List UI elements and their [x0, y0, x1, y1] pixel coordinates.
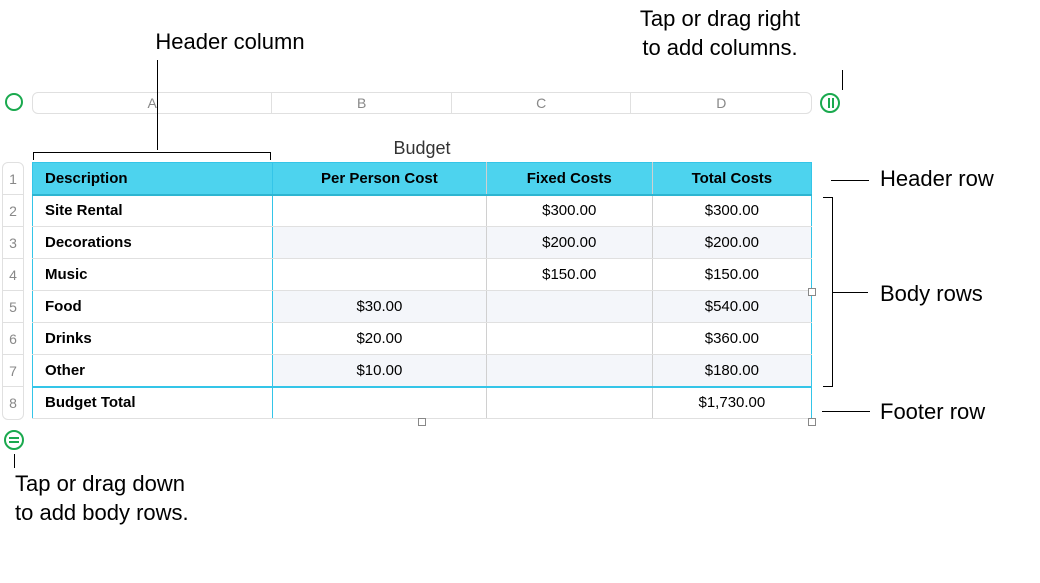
- row-header-1[interactable]: 1: [3, 163, 23, 195]
- cell-per-person[interactable]: [273, 259, 487, 291]
- callout-line: [822, 411, 870, 412]
- column-header-d[interactable]: D: [631, 93, 811, 113]
- table-row: Drinks $20.00 $360.00: [33, 323, 812, 355]
- cell-per-person[interactable]: $20.00: [273, 323, 487, 355]
- row-header-8[interactable]: 8: [3, 387, 23, 419]
- callout-body-rows: Body rows: [880, 280, 983, 309]
- callout-line: [14, 454, 15, 468]
- cell-fixed[interactable]: $300.00: [486, 195, 652, 227]
- callout-header-column: Header column: [120, 28, 340, 57]
- table-footer-row: Budget Total $1,730.00: [33, 387, 812, 419]
- cell-description[interactable]: Food: [33, 291, 273, 323]
- table-row: Decorations $200.00 $200.00: [33, 227, 812, 259]
- resize-handle-corner[interactable]: [808, 418, 816, 426]
- cell-total[interactable]: $360.00: [652, 323, 811, 355]
- cell-total[interactable]: $180.00: [652, 355, 811, 387]
- cell-description[interactable]: Music: [33, 259, 273, 291]
- bracket-body-rows: [823, 197, 833, 387]
- table-row: Other $10.00 $180.00: [33, 355, 812, 387]
- cell-total[interactable]: $200.00: [652, 227, 811, 259]
- resize-handle-bottom[interactable]: [418, 418, 426, 426]
- row-header-3[interactable]: 3: [3, 227, 23, 259]
- cell-per-person[interactable]: [273, 227, 487, 259]
- cell-fixed[interactable]: $150.00: [486, 259, 652, 291]
- row-header-5[interactable]: 5: [3, 291, 23, 323]
- table-header-row: Description Per Person Cost Fixed Costs …: [33, 163, 812, 195]
- table-row: Site Rental $300.00 $300.00: [33, 195, 812, 227]
- cell-per-person[interactable]: $10.00: [273, 355, 487, 387]
- cell-footer-description[interactable]: Budget Total: [33, 387, 273, 419]
- column-header-b[interactable]: B: [272, 93, 452, 113]
- cell-description[interactable]: Site Rental: [33, 195, 273, 227]
- row-header-2[interactable]: 2: [3, 195, 23, 227]
- callout-line: [157, 60, 158, 150]
- cell-total[interactable]: $540.00: [652, 291, 811, 323]
- callout-add-columns: Tap or drag right to add columns.: [595, 5, 845, 62]
- cell-fixed[interactable]: [486, 323, 652, 355]
- add-columns-handle[interactable]: [820, 93, 840, 113]
- callout-line: [842, 70, 843, 90]
- row-header-4[interactable]: 4: [3, 259, 23, 291]
- cell-footer-per[interactable]: [273, 387, 487, 419]
- cell-total[interactable]: $150.00: [652, 259, 811, 291]
- cell-per-person[interactable]: $30.00: [273, 291, 487, 323]
- cell-fixed[interactable]: $200.00: [486, 227, 652, 259]
- header-per-person[interactable]: Per Person Cost: [273, 163, 487, 195]
- table-row: Music $150.00 $150.00: [33, 259, 812, 291]
- cell-description[interactable]: Drinks: [33, 323, 273, 355]
- cell-description[interactable]: Other: [33, 355, 273, 387]
- table-row: Food $30.00 $540.00: [33, 291, 812, 323]
- callout-line: [833, 292, 868, 293]
- corner-select-handle[interactable]: [5, 93, 23, 111]
- cell-fixed[interactable]: [486, 355, 652, 387]
- row-header-7[interactable]: 7: [3, 355, 23, 387]
- column-header-c[interactable]: C: [452, 93, 632, 113]
- cell-per-person[interactable]: [273, 195, 487, 227]
- cell-fixed[interactable]: [486, 291, 652, 323]
- callout-line: [831, 180, 869, 181]
- cell-description[interactable]: Decorations: [33, 227, 273, 259]
- budget-table: Description Per Person Cost Fixed Costs …: [32, 162, 812, 419]
- cell-footer-total[interactable]: $1,730.00: [652, 387, 811, 419]
- cell-total[interactable]: $300.00: [652, 195, 811, 227]
- row-header-6[interactable]: 6: [3, 323, 23, 355]
- header-fixed[interactable]: Fixed Costs: [486, 163, 652, 195]
- callout-footer-row: Footer row: [880, 398, 985, 427]
- cell-footer-fixed[interactable]: [486, 387, 652, 419]
- add-rows-handle[interactable]: [4, 430, 24, 450]
- header-total[interactable]: Total Costs: [652, 163, 811, 195]
- callout-add-rows: Tap or drag down to add body rows.: [15, 470, 245, 527]
- column-header-a[interactable]: A: [33, 93, 272, 113]
- header-description[interactable]: Description: [33, 163, 273, 195]
- row-header-bar: 1 2 3 4 5 6 7 8: [2, 162, 24, 420]
- column-header-bar: A B C D: [32, 92, 812, 114]
- callout-header-row: Header row: [880, 165, 994, 194]
- table-title[interactable]: Budget: [32, 138, 812, 159]
- resize-handle-right[interactable]: [808, 288, 816, 296]
